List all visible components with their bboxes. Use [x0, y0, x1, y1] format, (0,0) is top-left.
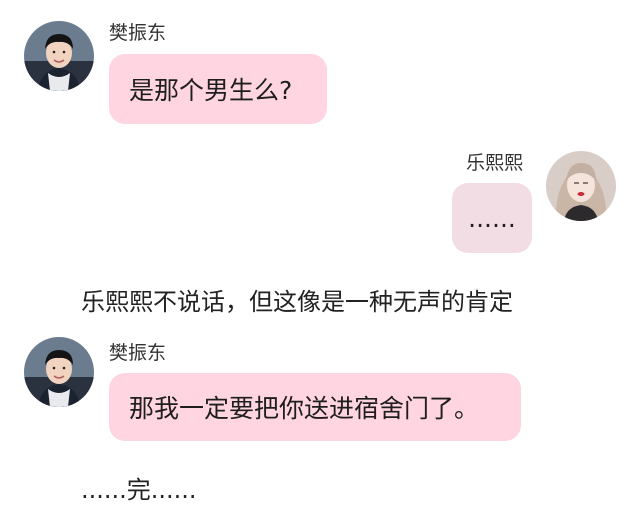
young-woman-avatar-icon: [546, 151, 616, 221]
message-bubble[interactable]: 是那个男生么?: [109, 54, 327, 124]
sender-name: 樊振东: [109, 342, 167, 364]
avatar-fan-zhendong[interactable]: [24, 337, 94, 407]
avatar-fan-zhendong[interactable]: [24, 21, 94, 91]
sender-name: 乐熙熙: [466, 152, 524, 174]
young-man-avatar-icon: [24, 21, 94, 91]
narration-text: 乐熙熙不说话，但这像是一种无声的肯定: [81, 288, 513, 316]
chat-screen: 樊振东 是那个男生么? 乐熙熙 ...... 乐熙熙不说话，但这像是一种无声的肯…: [0, 0, 640, 522]
ending-text: ......完......: [81, 476, 197, 504]
young-man-avatar-icon: [24, 337, 94, 407]
avatar-le-xixi[interactable]: [546, 151, 616, 221]
sender-name: 樊振东: [109, 22, 167, 44]
message-bubble[interactable]: 那我一定要把你送进宿舍门了。: [109, 373, 521, 441]
message-bubble[interactable]: ......: [452, 183, 532, 253]
